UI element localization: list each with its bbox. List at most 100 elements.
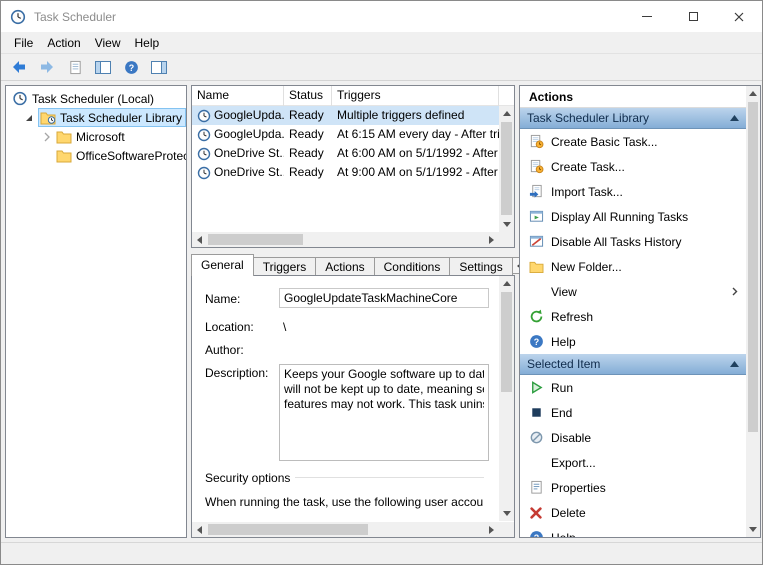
console-tree-toggle-button[interactable] [93, 57, 113, 77]
arrow-left-icon [197, 526, 202, 534]
forward-button[interactable] [37, 57, 57, 77]
description-field[interactable]: Keeps your Google software up to date wi… [279, 364, 489, 461]
action-end[interactable]: End [520, 400, 746, 425]
action-refresh[interactable]: Refresh [520, 304, 746, 329]
menu-help[interactable]: Help [128, 32, 167, 54]
task-row[interactable]: OneDrive St... Ready At 9:00 AM on 5/1/1… [192, 163, 499, 182]
maximize-button[interactable] [670, 1, 716, 32]
action-help-selected[interactable]: ? Help [520, 525, 746, 538]
tree-item-microsoft[interactable]: Microsoft [42, 127, 125, 146]
close-icon [734, 12, 744, 22]
vscroll-thumb[interactable] [748, 102, 758, 432]
task-row[interactable]: GoogleUpda... Ready At 6:15 AM every day… [192, 125, 499, 144]
refresh-icon [529, 309, 544, 324]
action-pane-toggle-button[interactable] [149, 57, 169, 77]
back-button[interactable] [9, 57, 29, 77]
task-status: Ready [284, 125, 332, 144]
column-header-name[interactable]: Name [192, 86, 284, 106]
tree-item-task-scheduler-local[interactable]: Task Scheduler (Local) [12, 89, 154, 108]
arrow-down-icon [503, 222, 511, 227]
scroll-down-button[interactable] [746, 522, 760, 537]
action-export[interactable]: Export... [520, 450, 746, 475]
menu-view[interactable]: View [88, 32, 128, 54]
tree-expander-expanded-icon[interactable] [24, 113, 34, 123]
action-label: Disable All Tasks History [551, 235, 682, 249]
task-triggers: Multiple triggers defined [332, 106, 499, 125]
action-label: End [551, 406, 572, 420]
collapse-icon[interactable] [730, 361, 739, 367]
scroll-down-button[interactable] [499, 506, 514, 521]
scroll-left-button[interactable] [192, 522, 207, 537]
column-header-status[interactable]: Status [284, 86, 332, 106]
details-hscrollbar[interactable] [192, 522, 499, 537]
window-title: Task Scheduler [34, 10, 116, 24]
action-disable-all-tasks-history[interactable]: Disable All Tasks History [520, 229, 746, 254]
task-list-vscrollbar[interactable] [499, 106, 514, 232]
action-disable[interactable]: Disable [520, 425, 746, 450]
action-display-all-running-tasks[interactable]: Display All Running Tasks [520, 204, 746, 229]
create-basic-task-icon [529, 134, 544, 149]
scroll-right-button[interactable] [484, 522, 499, 537]
run-icon [529, 380, 544, 395]
task-status: Ready [284, 144, 332, 163]
help-icon: ? [124, 60, 139, 75]
name-label: Name: [205, 292, 240, 306]
column-header-filler [499, 86, 514, 106]
description-line: Keeps your Google software up to date [284, 367, 484, 382]
action-import-task[interactable]: Import Task... [520, 179, 746, 204]
scroll-left-button[interactable] [192, 232, 207, 247]
delete-icon [529, 506, 543, 520]
hscroll-thumb[interactable] [208, 234, 303, 245]
task-clock-icon [197, 128, 211, 142]
vscroll-thumb[interactable] [501, 122, 512, 215]
action-label: Run [551, 381, 573, 395]
tree-item-task-scheduler-library[interactable]: Task Scheduler Library [24, 108, 186, 127]
scroll-down-button[interactable] [499, 217, 514, 232]
location-label: Location: [205, 320, 254, 334]
hscroll-thumb[interactable] [208, 524, 368, 535]
task-row[interactable]: OneDrive St... Ready At 6:00 AM on 5/1/1… [192, 144, 499, 163]
action-create-task[interactable]: Create Task... [520, 154, 746, 179]
tab-general[interactable]: General [191, 254, 254, 276]
scroll-up-button[interactable] [499, 276, 514, 291]
action-run[interactable]: Run [520, 375, 746, 400]
tab-triggers[interactable]: Triggers [253, 257, 317, 276]
scroll-up-button[interactable] [746, 86, 760, 101]
section-header-selected-item[interactable]: Selected Item [520, 354, 746, 375]
action-create-basic-task[interactable]: Create Basic Task... [520, 129, 746, 154]
action-label: Disable [551, 431, 591, 445]
details-vscrollbar[interactable] [499, 276, 514, 521]
menu-action[interactable]: Action [40, 32, 87, 54]
close-button[interactable] [716, 1, 762, 32]
tab-actions[interactable]: Actions [315, 257, 374, 276]
menu-file[interactable]: File [7, 32, 40, 54]
scroll-up-button[interactable] [499, 106, 514, 121]
action-delete[interactable]: Delete [520, 500, 746, 525]
tree-expander-collapsed-icon[interactable] [42, 132, 52, 142]
actions-vscrollbar[interactable] [746, 86, 760, 537]
collapse-icon[interactable] [730, 115, 739, 121]
tree-selected-item[interactable]: Task Scheduler Library [38, 108, 186, 127]
action-pane-toggle-icon [151, 61, 167, 74]
action-new-folder[interactable]: New Folder... [520, 254, 746, 279]
vscroll-thumb[interactable] [501, 292, 512, 392]
action-properties[interactable]: Properties [520, 475, 746, 500]
scroll-right-button[interactable] [484, 232, 499, 247]
description-label: Description: [205, 366, 268, 380]
task-row[interactable]: GoogleUpda... Ready Multiple triggers de… [192, 106, 499, 125]
task-clock-icon [197, 109, 211, 123]
action-help[interactable]: ? Help [520, 329, 746, 354]
name-field[interactable]: GoogleUpdateTaskMachineCore [279, 288, 489, 308]
help-toolbar-button[interactable]: ? [121, 57, 141, 77]
section-header-task-scheduler-library[interactable]: Task Scheduler Library [520, 108, 746, 129]
tab-conditions[interactable]: Conditions [374, 257, 451, 276]
minimize-button[interactable] [624, 1, 670, 32]
column-header-triggers[interactable]: Triggers [332, 86, 499, 106]
tree-item-officesoftwareprotect[interactable]: OfficeSoftwareProtect [56, 146, 187, 165]
export-list-button[interactable] [65, 57, 85, 77]
tree-item-label: Task Scheduler (Local) [32, 92, 154, 106]
folder-icon [56, 129, 72, 144]
action-view[interactable]: View [520, 279, 746, 304]
task-list-hscrollbar[interactable] [192, 232, 499, 247]
tab-settings[interactable]: Settings [449, 257, 512, 276]
